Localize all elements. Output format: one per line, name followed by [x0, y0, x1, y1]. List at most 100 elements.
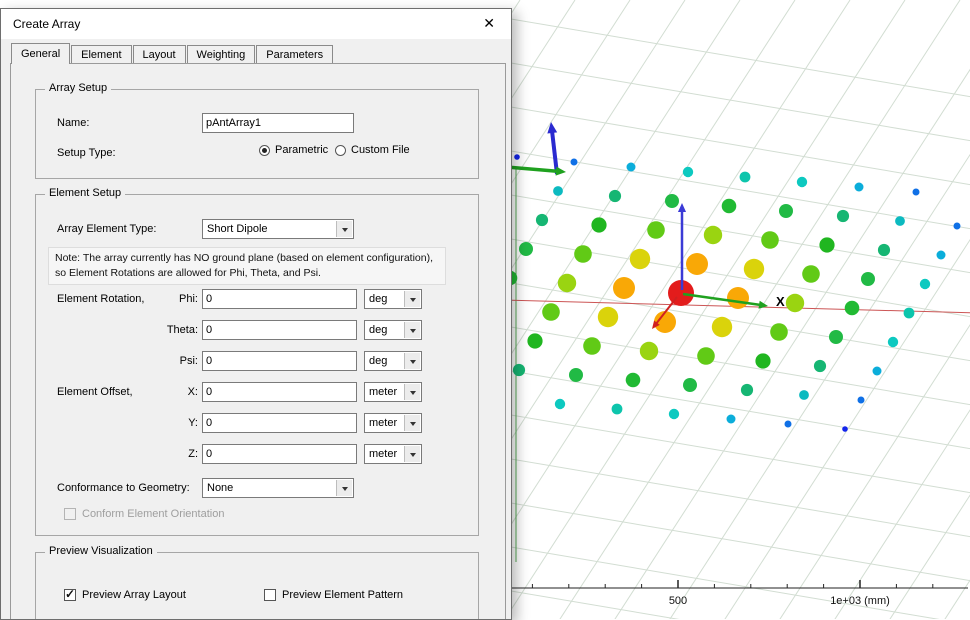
- phi-unit-combo[interactable]: deg: [364, 289, 422, 309]
- element-setup-legend: Element Setup: [45, 187, 125, 199]
- offset-y-unit-value: meter: [369, 417, 397, 429]
- array-element-dot: [555, 399, 565, 409]
- chevron-down-icon[interactable]: [404, 384, 420, 400]
- axis-arrow: [683, 294, 763, 305]
- array-element-dot: [598, 307, 618, 327]
- offset-y-input[interactable]: [202, 413, 357, 433]
- array-element-dot: [553, 186, 563, 196]
- preview-element-pattern-checkbox[interactable]: Preview Element Pattern: [264, 589, 403, 601]
- phi-label: Phi:: [136, 293, 198, 305]
- x-axis-label: X: [776, 294, 785, 309]
- array-element-dot: [858, 397, 865, 404]
- array-element-dot: [613, 277, 635, 299]
- array-element-dot: [878, 244, 890, 256]
- array-element-dot: [895, 216, 905, 226]
- radio-parametric[interactable]: Parametric: [259, 144, 328, 156]
- grid-line: [505, 590, 970, 619]
- offset-y-label: Y:: [136, 417, 198, 429]
- conform-element-orientation-checkbox: Conform Element Orientation: [64, 508, 224, 520]
- array-element-dot: [591, 217, 606, 232]
- conformance-combo[interactable]: None: [202, 478, 354, 498]
- psi-label: Psi:: [136, 355, 198, 367]
- grid-line: [505, 62, 970, 142]
- radio-custom-file-dot: [335, 145, 346, 156]
- offset-z-label: Z:: [136, 448, 198, 460]
- offset-y-unit-combo[interactable]: meter: [364, 413, 422, 433]
- offset-x-label: X:: [136, 386, 198, 398]
- chevron-down-icon[interactable]: [336, 480, 352, 496]
- array-name-input[interactable]: [202, 113, 354, 133]
- tab-bar: General Element Layout Weighting Paramet…: [11, 43, 334, 64]
- array-element-dot: [920, 279, 930, 289]
- offset-z-unit-combo[interactable]: meter: [364, 444, 422, 464]
- array-element-dot: [888, 337, 898, 347]
- tab-general[interactable]: General: [11, 43, 70, 64]
- grid-line: [505, 370, 970, 450]
- array-element-type-value: Short Dipole: [207, 223, 268, 235]
- axis-arrowhead-icon: [678, 203, 686, 212]
- preview-array-layout-label: Preview Array Layout: [82, 589, 186, 601]
- dialog-title: Create Array: [13, 17, 80, 31]
- theta-unit-combo[interactable]: deg: [364, 320, 422, 340]
- dialog-titlebar[interactable]: Create Array ✕: [1, 9, 511, 39]
- axis-arrowhead-icon: [556, 167, 566, 176]
- array-element-dot: [704, 226, 722, 244]
- array-element-dot: [837, 210, 849, 222]
- grid-line: [595, 0, 970, 619]
- chevron-down-icon[interactable]: [404, 322, 420, 338]
- chevron-down-icon[interactable]: [404, 291, 420, 307]
- array-setup-group: Array Setup Name: Setup Type: Parametric…: [35, 89, 479, 179]
- psi-unit-combo[interactable]: deg: [364, 351, 422, 371]
- radio-parametric-dot: [259, 145, 270, 156]
- array-element-dot: [626, 373, 641, 388]
- psi-input[interactable]: [202, 351, 357, 371]
- array-element-dot: [845, 301, 860, 316]
- setup-type-label: Setup Type:: [57, 147, 116, 159]
- axis-arrowhead-icon: [547, 122, 557, 133]
- preview-array-layout-checkbox[interactable]: Preview Array Layout: [64, 589, 186, 601]
- tab-layout[interactable]: Layout: [133, 45, 186, 64]
- preview-element-pattern-label: Preview Element Pattern: [282, 589, 403, 601]
- array-element-dot: [609, 190, 621, 202]
- array-element-dot: [722, 199, 737, 214]
- close-icon[interactable]: ✕: [480, 15, 498, 32]
- element-rotation-label: Element Rotation,: [57, 293, 144, 305]
- chevron-down-icon[interactable]: [404, 446, 420, 462]
- array-element-dot: [569, 368, 583, 382]
- array-element-dot: [755, 353, 770, 368]
- array-element-dot: [627, 163, 636, 172]
- array-element-dot: [583, 337, 601, 355]
- grid-line: [505, 326, 970, 406]
- tab-weighting[interactable]: Weighting: [187, 45, 256, 64]
- array-element-dot: [727, 287, 749, 309]
- array-element-dot: [542, 303, 560, 321]
- offset-z-input[interactable]: [202, 444, 357, 464]
- chevron-down-icon[interactable]: [336, 221, 352, 237]
- array-element-dot: [741, 384, 753, 396]
- array-element-type-label: Array Element Type:: [57, 223, 156, 235]
- tab-element[interactable]: Element: [71, 45, 131, 64]
- phi-input[interactable]: [202, 289, 357, 309]
- array-element-dot: [519, 242, 533, 256]
- array-element-dot: [527, 333, 542, 348]
- offset-x-input[interactable]: [202, 382, 357, 402]
- offset-x-unit-combo[interactable]: meter: [364, 382, 422, 402]
- theta-input[interactable]: [202, 320, 357, 340]
- array-element-dot: [727, 415, 736, 424]
- array-element-dot: [954, 223, 961, 230]
- array-element-dot: [669, 409, 679, 419]
- conform-element-orientation-label: Conform Element Orientation: [82, 508, 224, 520]
- array-element-type-combo[interactable]: Short Dipole: [202, 219, 354, 239]
- checkbox-box: [64, 508, 76, 520]
- chevron-down-icon[interactable]: [404, 353, 420, 369]
- scale-label: 1e+03 (mm): [830, 595, 890, 607]
- radio-parametric-label: Parametric: [275, 144, 328, 156]
- chevron-down-icon[interactable]: [404, 415, 420, 431]
- array-element-dot: [786, 294, 804, 312]
- radio-custom-file[interactable]: Custom File: [335, 144, 410, 156]
- array-element-dot: [829, 330, 843, 344]
- tab-parameters[interactable]: Parameters: [256, 45, 333, 64]
- array-element-dot: [574, 245, 592, 263]
- offset-x-unit-value: meter: [369, 386, 397, 398]
- axis-arrow: [506, 167, 560, 172]
